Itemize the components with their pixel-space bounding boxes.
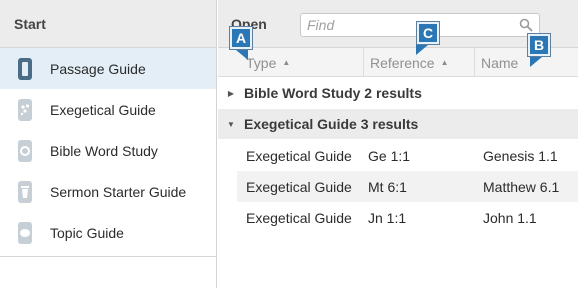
table-row[interactable]: Exegetical Guide Mt 6:1 Matthew 6.1 [237, 171, 578, 202]
open-panel: Open Type ▲ Reference ▲ Name ▶ Bible Wor… [218, 0, 578, 288]
column-header-type-label: Type [246, 54, 277, 71]
guide-item-label: Exegetical Guide [50, 101, 156, 118]
exegetical-guide-icon [16, 98, 34, 122]
callout-marker-c: C [417, 22, 439, 44]
passage-guide-icon [16, 57, 34, 81]
cell-name: Genesis 1.1 [483, 147, 558, 164]
table-row[interactable]: Exegetical Guide Ge 1:1 Genesis 1.1 [237, 140, 578, 171]
column-header-row: Type ▲ Reference ▲ Name [218, 48, 578, 77]
callout-marker-b: B [528, 34, 550, 56]
guide-item-label: Sermon Starter Guide [50, 183, 187, 200]
guide-item-label: Topic Guide [50, 224, 124, 241]
start-panel-header: Start [0, 0, 216, 48]
group-exegetical-guide[interactable]: ▼ Exegetical Guide 3 results [218, 109, 578, 139]
cell-name: Matthew 6.1 [483, 178, 560, 195]
group-bible-word-study[interactable]: ▶ Bible Word Study 2 results [218, 78, 578, 108]
sort-ascending-icon: ▲ [282, 58, 291, 67]
column-header-name-label: Name [481, 54, 519, 71]
table-row[interactable]: Exegetical Guide Jn 1:1 John 1.1 [237, 202, 578, 233]
cell-type: Exegetical Guide [246, 147, 352, 164]
cell-type: Exegetical Guide [246, 209, 352, 226]
cell-type: Exegetical Guide [246, 178, 352, 195]
callout-pointer-icon [416, 45, 428, 55]
open-panel-header: Open [218, 0, 578, 48]
sort-ascending-icon: ▲ [440, 58, 449, 67]
callout-marker-a: A [230, 27, 252, 49]
column-header-type[interactable]: Type ▲ [240, 48, 360, 77]
callout-pointer-icon [236, 50, 248, 60]
start-panel: Start Passage Guide Exegetical Guide Bib… [0, 0, 217, 288]
collapse-triangle-icon[interactable]: ▼ [218, 120, 244, 129]
search-icon[interactable] [519, 18, 533, 32]
sermon-starter-guide-icon [16, 180, 34, 204]
callout-pointer-icon [530, 57, 542, 67]
guide-item-sermon-starter-guide[interactable]: Sermon Starter Guide [0, 171, 216, 212]
panel-divider [0, 256, 216, 257]
cell-name: John 1.1 [483, 209, 537, 226]
topic-guide-icon [16, 221, 34, 245]
guide-item-exegetical-guide[interactable]: Exegetical Guide [0, 89, 216, 130]
group-label: Bible Word Study 2 results [244, 85, 422, 101]
guide-item-bible-word-study[interactable]: Bible Word Study [0, 130, 216, 171]
guide-item-label: Passage Guide [50, 60, 146, 77]
guide-item-topic-guide[interactable]: Topic Guide [0, 212, 216, 253]
cell-reference: Mt 6:1 [368, 178, 407, 195]
guide-item-label: Bible Word Study [50, 142, 158, 159]
guide-list: Passage Guide Exegetical Guide Bible Wor… [0, 48, 216, 253]
find-input[interactable] [301, 14, 511, 36]
cell-reference: Ge 1:1 [368, 147, 411, 164]
bible-word-study-icon [16, 139, 34, 163]
guide-item-passage-guide[interactable]: Passage Guide [0, 48, 216, 89]
group-label: Exegetical Guide 3 results [244, 116, 419, 132]
start-panel-title: Start [14, 15, 46, 32]
column-header-name[interactable]: Name [474, 48, 578, 77]
expand-triangle-icon[interactable]: ▶ [218, 89, 244, 98]
cell-reference: Jn 1:1 [368, 209, 407, 226]
